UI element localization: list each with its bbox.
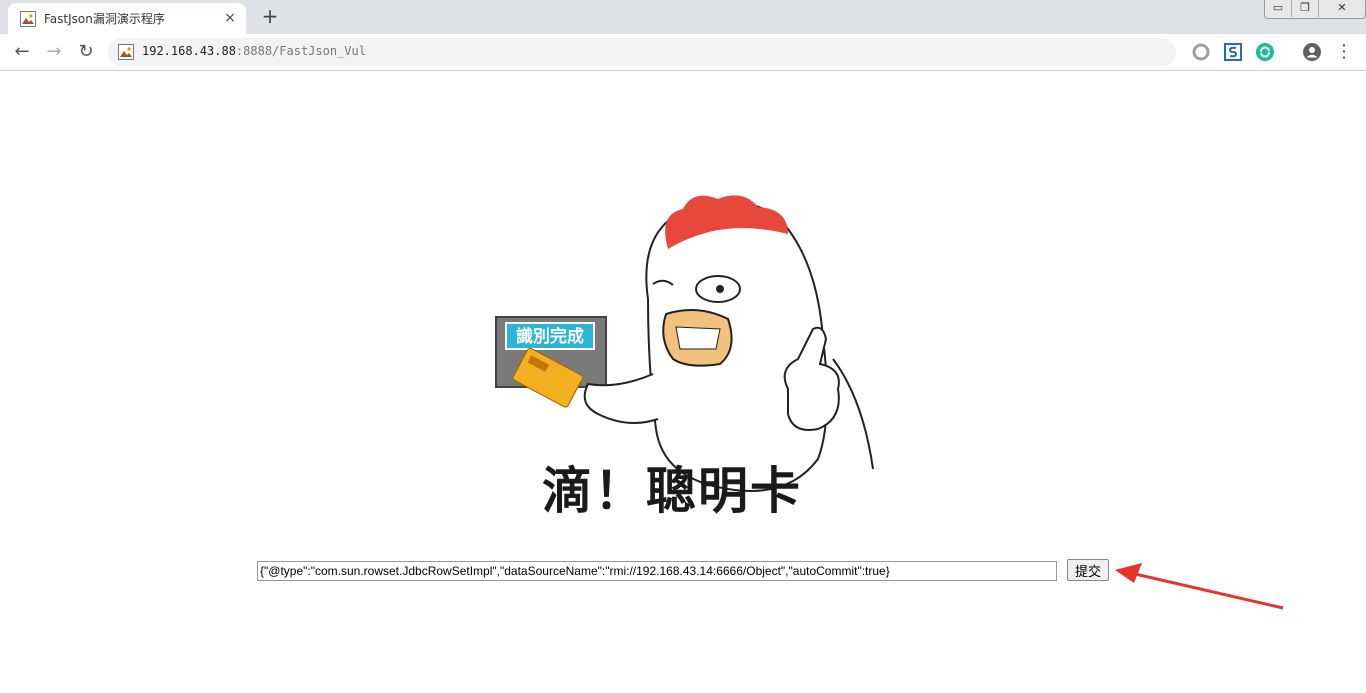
tab-title: FastJson漏洞演示程序 — [44, 12, 165, 26]
back-icon[interactable]: ← — [10, 40, 34, 64]
browser-titlebar: FastJson漏洞演示程序 × + ▭ ❐ ✕ — [0, 0, 1366, 34]
window-controls: ▭ ❐ ✕ — [1264, 0, 1366, 19]
browser-tab[interactable]: FastJson漏洞演示程序 × — [8, 3, 246, 34]
new-tab-button[interactable]: + — [258, 5, 282, 29]
url-path: :8888/FastJson_Vul — [235, 44, 366, 58]
page-content: 識別完成 滴！聰明卡 提交 — [0, 71, 1366, 693]
browser-toolbar: ← → ↻ 192.168.43.88:8888/FastJson_Vul ⋮ — [0, 34, 1366, 71]
sync-extension-icon[interactable] — [1255, 42, 1275, 62]
menu-icon[interactable]: ⋮ — [1332, 40, 1356, 64]
restore-button[interactable]: ❐ — [1291, 0, 1318, 17]
url-host: 192.168.43.88 — [142, 44, 236, 58]
arrow-head — [1115, 563, 1142, 583]
minimize-button[interactable]: ▭ — [1265, 0, 1291, 17]
s-extension-icon[interactable] — [1223, 42, 1243, 62]
reload-icon[interactable]: ↻ — [74, 40, 98, 64]
account-icon[interactable] — [1302, 42, 1322, 62]
image-icon — [118, 44, 134, 60]
record-icon[interactable] — [1191, 42, 1211, 62]
url-text: 192.168.43.88:8888/FastJson_Vul — [142, 44, 366, 58]
address-bar[interactable]: 192.168.43.88:8888/FastJson_Vul — [108, 38, 1176, 66]
close-window-button[interactable]: ✕ — [1318, 0, 1365, 17]
image-icon — [20, 11, 36, 27]
tab-close-icon[interactable]: × — [220, 8, 240, 28]
red-arrow-annotation — [1115, 563, 1284, 610]
arrow-shaft — [1134, 572, 1284, 610]
forward-icon[interactable]: → — [42, 40, 66, 64]
